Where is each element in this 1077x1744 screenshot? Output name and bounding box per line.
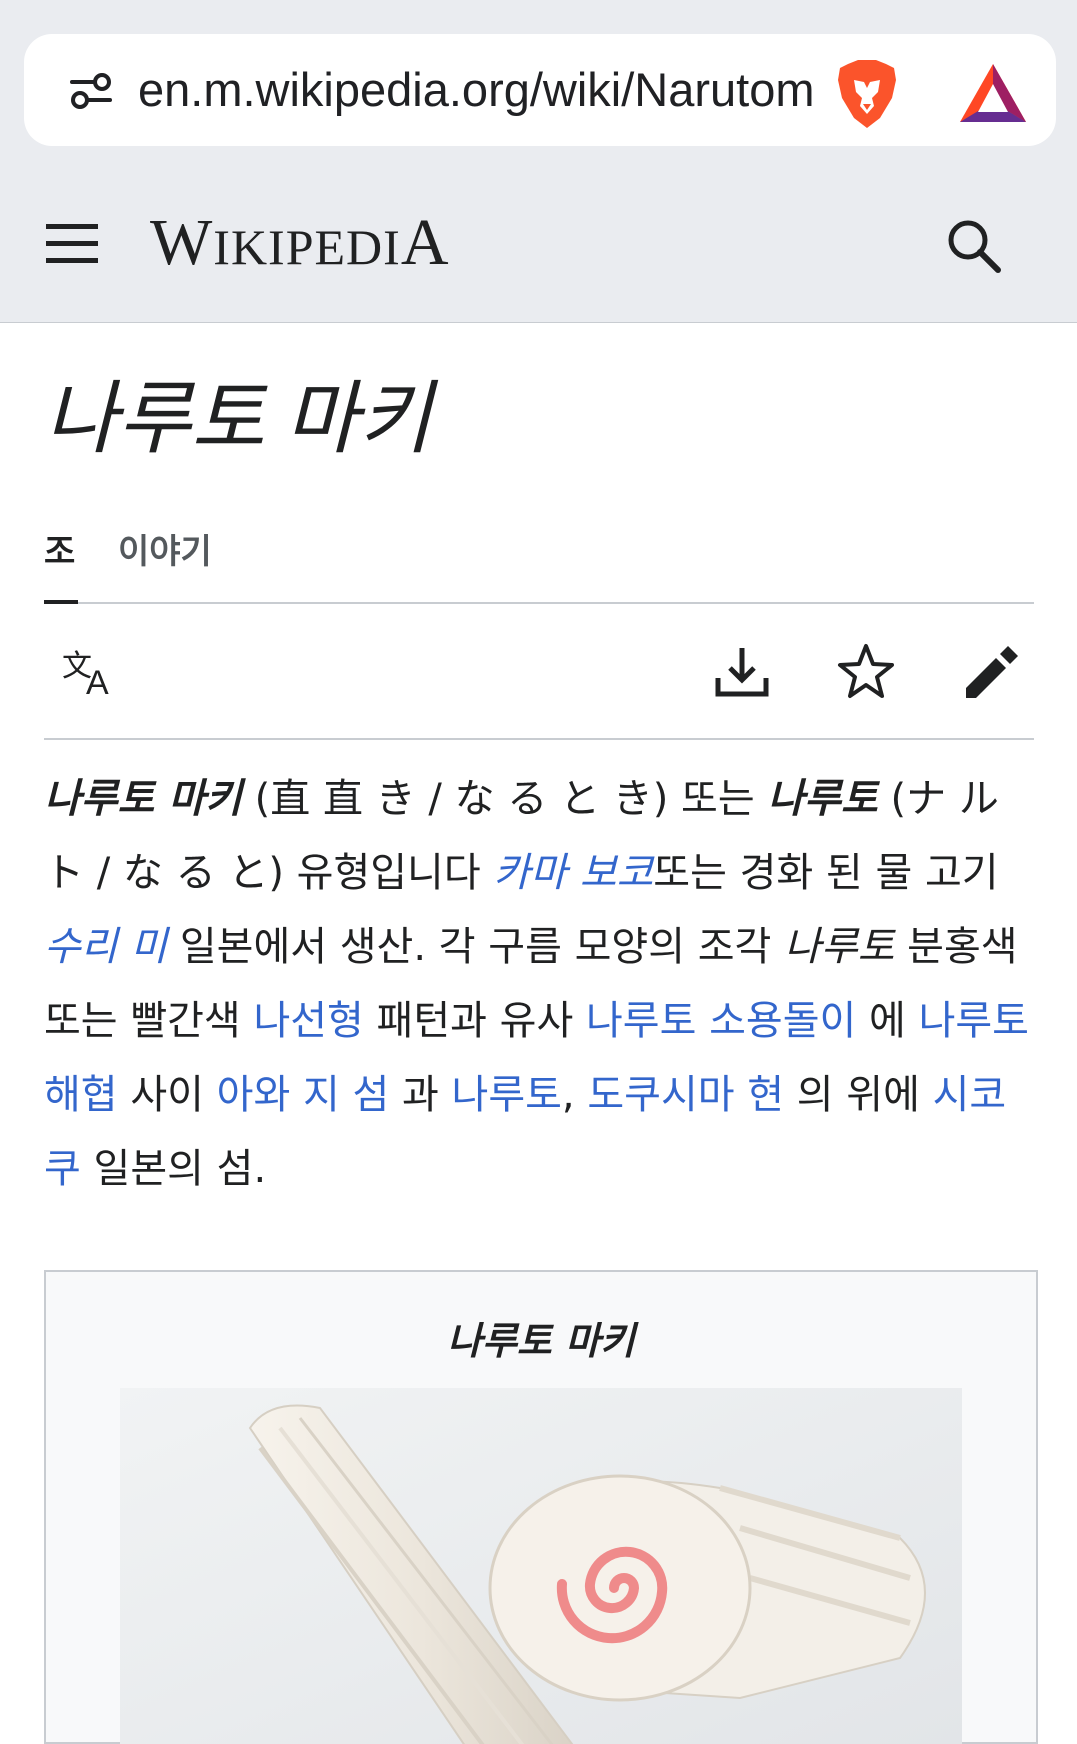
italic-term: 나루토 (784, 924, 895, 970)
link-kamaboko[interactable]: 카마 보코 (493, 850, 653, 896)
link-surimi[interactable]: 수리 미 (44, 924, 167, 970)
wiki-header: WIKIPEDIA (0, 168, 1077, 323)
narutomaki-image[interactable] (120, 1388, 962, 1744)
wikipedia-wordmark[interactable]: WIKIPEDIA (150, 208, 450, 278)
text: 에 (856, 998, 919, 1044)
text: (直 直 き / な る と き) 또는 (241, 776, 768, 822)
text: 의 위에 (784, 1072, 933, 1118)
link-awaji-island[interactable]: 아와 지 섬 (217, 1072, 390, 1118)
page-tabs: 조 이야기 (44, 524, 1034, 604)
text: 과 (389, 1072, 452, 1118)
text: 또는 경화 된 물 고기 (653, 850, 999, 896)
star-icon[interactable] (836, 642, 896, 702)
text: 일본에서 생산. 각 구름 모양의 조각 (167, 924, 785, 970)
download-icon[interactable] (712, 642, 772, 702)
url-text[interactable]: en.m.wikipedia.org/wiki/Narutom (138, 62, 828, 118)
site-settings-icon[interactable] (68, 68, 114, 114)
tab-article[interactable]: 조 (44, 524, 79, 604)
text: , (561, 1072, 588, 1118)
text: 사이 (117, 1072, 217, 1118)
page-actions-toolbar: 文 A (44, 604, 1034, 740)
address-bar[interactable]: en.m.wikipedia.org/wiki/Narutom (24, 34, 1056, 146)
page-title: 나루토 마키 (44, 376, 432, 464)
language-icon[interactable]: 文 A (60, 642, 120, 702)
rewards-triangle-icon[interactable] (958, 62, 1028, 124)
browser-toolbar: en.m.wikipedia.org/wiki/Narutom (0, 0, 1077, 168)
tab-talk[interactable]: 이야기 (118, 524, 212, 600)
narutomaki-photo (120, 1388, 962, 1744)
brave-shields-icon[interactable] (834, 58, 900, 130)
text: 패턴과 유사 (363, 998, 586, 1044)
infobox: 나루토 마키 (44, 1270, 1038, 1744)
bold-term: 나루토 (767, 776, 878, 822)
edit-icon[interactable] (960, 642, 1020, 702)
link-naruto-whirlpools[interactable]: 나루토 소용돌이 (586, 998, 856, 1044)
hamburger-menu-icon[interactable] (46, 222, 98, 266)
bold-term: 나루토 마키 (44, 776, 242, 822)
infobox-caption: 나루토 마키 (446, 1319, 636, 1363)
link-naruto-city[interactable]: 나루토 (452, 1072, 562, 1118)
search-icon[interactable] (944, 216, 1002, 274)
link-tokushima[interactable]: 도쿠시마 현 (587, 1072, 784, 1118)
link-spiral[interactable]: 나선형 (253, 998, 363, 1044)
text: 일본의 섬. (80, 1146, 267, 1192)
article-lead-paragraph: 나루토 마키 (直 直 き / な る と き) 또는 나루토 (ナ ル ト /… (44, 762, 1034, 1206)
svg-text:A: A (86, 664, 109, 702)
